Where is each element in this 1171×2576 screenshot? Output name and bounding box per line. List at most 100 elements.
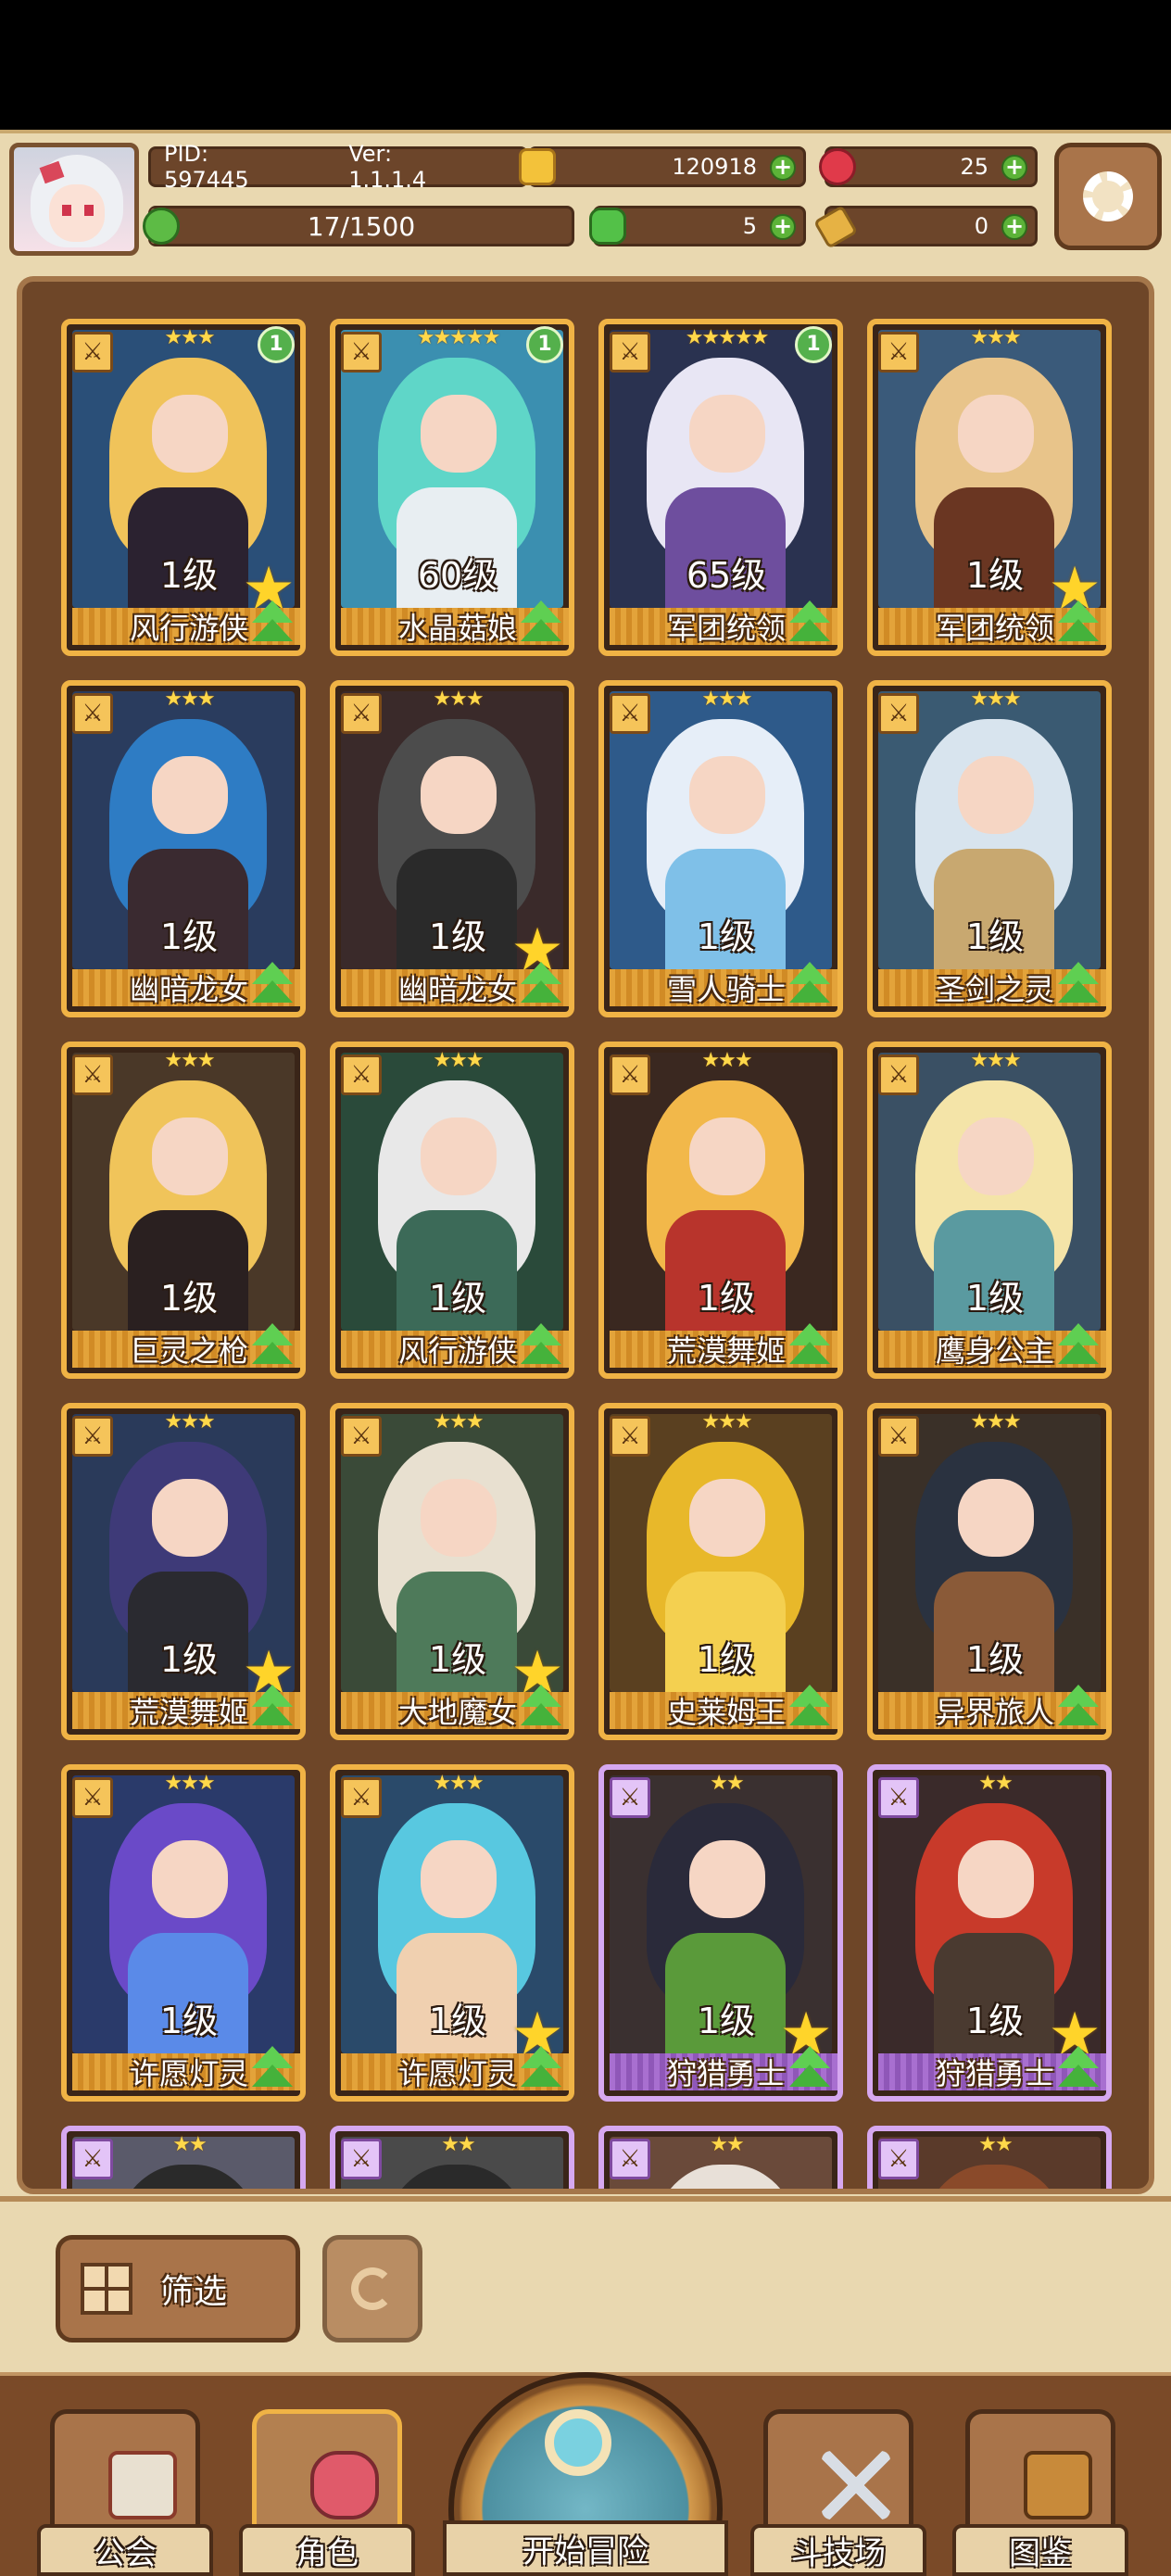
- add-gems-button[interactable]: +: [1001, 155, 1027, 181]
- book-icon: [1024, 2451, 1092, 2519]
- star-rating: ★★: [978, 1772, 1013, 1795]
- character-card[interactable]: ⚔ ★★★ 1级 巨灵之枪: [61, 1042, 306, 1379]
- character-card[interactable]: ⚔ ★★★ 1级 ★ 军团统领: [867, 319, 1112, 656]
- star-rating: ★★: [710, 2133, 744, 2156]
- nav-tab-characters[interactable]: 角色: [239, 2391, 415, 2576]
- nav-tab-guild[interactable]: 公会: [37, 2391, 213, 2576]
- clover-icon: [589, 208, 626, 245]
- upgrade-arrow-icon: [1054, 600, 1102, 649]
- nav-tab-codex[interactable]: 图鉴: [952, 2391, 1128, 2576]
- character-name: 许愿灯灵: [397, 2056, 517, 2091]
- character-card[interactable]: ⚔ ★★: [867, 2126, 1112, 2189]
- character-card[interactable]: ⚔ ★★★ 1级 许愿灯灵: [61, 1764, 306, 2102]
- character-name: 幽暗龙女: [129, 972, 248, 1007]
- key-amount: 0: [974, 213, 988, 239]
- character-card[interactable]: ⚔ ★★★ 1级 圣剑之灵: [867, 680, 1112, 1017]
- character-card[interactable]: ⚔ ★★★★★ 1 65级 军团统领: [598, 319, 843, 656]
- character-card[interactable]: ⚔ ★★: [61, 2126, 306, 2189]
- character-card[interactable]: ⚔ ★★★ 1级 雪人骑士: [598, 680, 843, 1017]
- character-card[interactable]: ⚔ ★★★ 1级 ★ 大地魔女: [330, 1403, 574, 1740]
- star-rating: ★★★: [970, 688, 1021, 711]
- filter-label: 筛选: [160, 2273, 228, 2311]
- nav-label-guild: 公会: [94, 2534, 157, 2572]
- character-card[interactable]: ⚔ ★★★ 1级 ★ 幽暗龙女: [330, 680, 574, 1017]
- gear-icon: [1083, 171, 1133, 221]
- upgrade-arrow-icon: [786, 1323, 834, 1371]
- character-name: 许愿灯灵: [129, 2056, 248, 2091]
- character-name: 荒漠舞姬: [666, 1333, 786, 1369]
- character-name: 雪人骑士: [666, 972, 786, 1007]
- guild-house-icon: [108, 2451, 177, 2519]
- star-rating: ★★★: [701, 1410, 752, 1433]
- add-gold-button[interactable]: +: [770, 155, 796, 181]
- character-level: 1级: [428, 1278, 487, 1319]
- character-card[interactable]: ⚔ ★★★ 1级 异界旅人: [867, 1403, 1112, 1740]
- character-card[interactable]: ⚔ ★★★ 1级 荒漠舞姬: [598, 1042, 843, 1379]
- star-rating: ★★★: [701, 688, 752, 711]
- character-name: 狩猎勇士: [935, 2056, 1054, 2091]
- settings-button[interactable]: [1054, 143, 1162, 250]
- character-level: 65级: [686, 555, 767, 596]
- character-card[interactable]: ⚔ ★★★ 1级 风行游侠: [330, 1042, 574, 1379]
- gold-coin-icon: [519, 148, 556, 185]
- character-card[interactable]: ⚔ ★★★ 1级 鹰身公主: [867, 1042, 1112, 1379]
- upgrade-arrow-icon: [248, 962, 296, 1010]
- star-rating: ★★★: [433, 1772, 484, 1795]
- character-name: 大地魔女: [397, 1695, 517, 1730]
- gem-counter: 25 +: [825, 146, 1038, 187]
- key-counter: 0 +: [825, 206, 1038, 246]
- green-energy-icon: [143, 208, 180, 245]
- upgrade-arrow-icon: [1054, 2046, 1102, 2094]
- star-rating: ★★★: [433, 1049, 484, 1072]
- upgrade-arrow-icon: [248, 1323, 296, 1371]
- character-face-icon: [310, 2451, 379, 2519]
- character-name: 军团统领: [935, 611, 1054, 646]
- star-rating: ★★: [978, 2133, 1013, 2156]
- upgrade-arrow-icon: [517, 1685, 565, 1733]
- bottom-navigation: 公会 角色 开始冒险 斗技场 图鉴: [0, 2372, 1171, 2576]
- star-rating: ★★★: [970, 1049, 1021, 1072]
- character-name: 史莱姆王: [666, 1695, 786, 1730]
- character-card[interactable]: ⚔ ★★★★★ 1 60级 水晶菇娘: [330, 319, 574, 656]
- character-list-frame[interactable]: ⚔ ★★★ 1 1级 ★ 风行游侠 ⚔ ★★ ★★★ 1 60级 水晶菇娘 ⚔ ★★ ★★★ 1 65级 军团统领…: [17, 276, 1154, 2194]
- upgrade-arrow-icon: [517, 600, 565, 649]
- nav-label-characters: 角色: [296, 2534, 359, 2572]
- filter-button[interactable]: 筛选: [56, 2235, 300, 2342]
- character-name: 鹰身公主: [935, 1333, 1054, 1369]
- character-card[interactable]: ⚔ ★★ 1级 ★ 狩猎勇士: [598, 1764, 843, 2102]
- character-name: 风行游侠: [129, 611, 248, 646]
- character-level: 1级: [159, 1278, 219, 1319]
- star-rating: ★★★: [164, 1410, 215, 1433]
- star-rating: ★★: [441, 2133, 475, 2156]
- gold-counter: 120918 +: [528, 146, 806, 187]
- character-card[interactable]: ⚔ ★★★ 1级 ★ 荒漠舞姬: [61, 1403, 306, 1740]
- nav-tab-arena[interactable]: 斗技场: [750, 2391, 926, 2576]
- character-level: 1级: [697, 916, 756, 957]
- duplicate-count-badge: 1: [258, 326, 295, 363]
- upgrade-arrow-icon: [517, 962, 565, 1010]
- magnifier-icon: [545, 2409, 611, 2476]
- add-clover-button[interactable]: +: [770, 214, 796, 240]
- refresh-button[interactable]: [322, 2235, 422, 2342]
- star-rating: ★★★: [164, 688, 215, 711]
- character-level: 1级: [965, 1639, 1025, 1680]
- upgrade-arrow-icon: [786, 600, 834, 649]
- add-keys-button[interactable]: +: [1001, 214, 1027, 240]
- stamina-value: 17/1500: [307, 210, 416, 242]
- character-card[interactable]: ⚔ ★★: [330, 2126, 574, 2189]
- upgrade-arrow-icon: [248, 2046, 296, 2094]
- character-panel: ⚔ ★★★ 1 1级 ★ 风行游侠 ⚔ ★★ ★★★ 1 60级 水晶菇娘 ⚔ ★★ ★★★ 1 65级 军团统领…: [0, 259, 1171, 2196]
- nav-tab-adventure[interactable]: 开始冒险: [443, 2372, 728, 2576]
- upgrade-arrow-icon: [786, 962, 834, 1010]
- character-card[interactable]: ⚔ ★★: [598, 2126, 843, 2189]
- character-card[interactable]: ⚔ ★★★ 1 1级 ★ 风行游侠: [61, 319, 306, 656]
- upgrade-arrow-icon: [1054, 1323, 1102, 1371]
- character-card[interactable]: ⚔ ★★★ 1级 幽暗龙女: [61, 680, 306, 1017]
- character-level: 1级: [159, 2001, 219, 2041]
- character-card[interactable]: ⚔ ★★★ 1级 ★ 许愿灯灵: [330, 1764, 574, 2102]
- player-avatar[interactable]: [9, 143, 139, 256]
- character-card[interactable]: ⚔ ★★ 1级 ★ 狩猎勇士: [867, 1764, 1112, 2102]
- stamina-bar: 17/1500: [148, 206, 574, 246]
- nav-label-adventure: 开始冒险: [523, 2532, 648, 2570]
- character-card[interactable]: ⚔ ★★★ 1级 史莱姆王: [598, 1403, 843, 1740]
